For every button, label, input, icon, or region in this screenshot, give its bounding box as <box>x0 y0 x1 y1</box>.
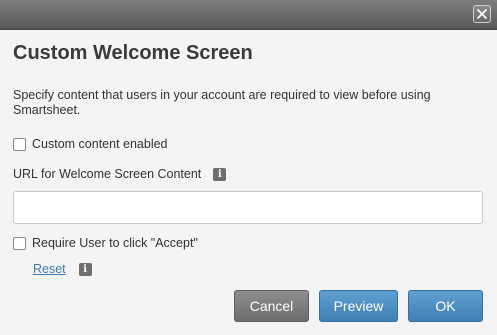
require-accept-row[interactable]: Require User to click "Accept" <box>13 236 198 250</box>
dialog-title: Custom Welcome Screen <box>13 42 253 64</box>
ok-button[interactable]: OK <box>408 290 483 322</box>
url-input[interactable] <box>13 191 483 224</box>
custom-welcome-dialog: Custom Welcome Screen Specify content th… <box>0 0 497 335</box>
dialog-description: Specify content that users in your accou… <box>13 88 431 117</box>
reset-row: Reset i <box>33 262 92 276</box>
reset-info-icon[interactable]: i <box>78 262 92 276</box>
custom-content-checkbox[interactable] <box>13 137 26 151</box>
info-icon[interactable]: i <box>213 167 227 181</box>
reset-link[interactable]: Reset <box>33 262 66 276</box>
require-accept-checkbox[interactable] <box>13 236 26 250</box>
url-field-label: URL for Welcome Screen Content <box>13 167 202 181</box>
require-accept-label: Require User to click "Accept" <box>32 236 198 250</box>
dialog-titlebar <box>0 0 497 30</box>
url-field-label-row: URL for Welcome Screen Content i <box>13 167 227 181</box>
custom-content-label: Custom content enabled <box>32 137 168 151</box>
cancel-button[interactable]: Cancel <box>234 290 309 322</box>
close-icon <box>477 9 487 19</box>
preview-button[interactable]: Preview <box>319 290 398 322</box>
custom-content-row[interactable]: Custom content enabled <box>13 137 168 151</box>
close-button[interactable] <box>473 5 491 23</box>
